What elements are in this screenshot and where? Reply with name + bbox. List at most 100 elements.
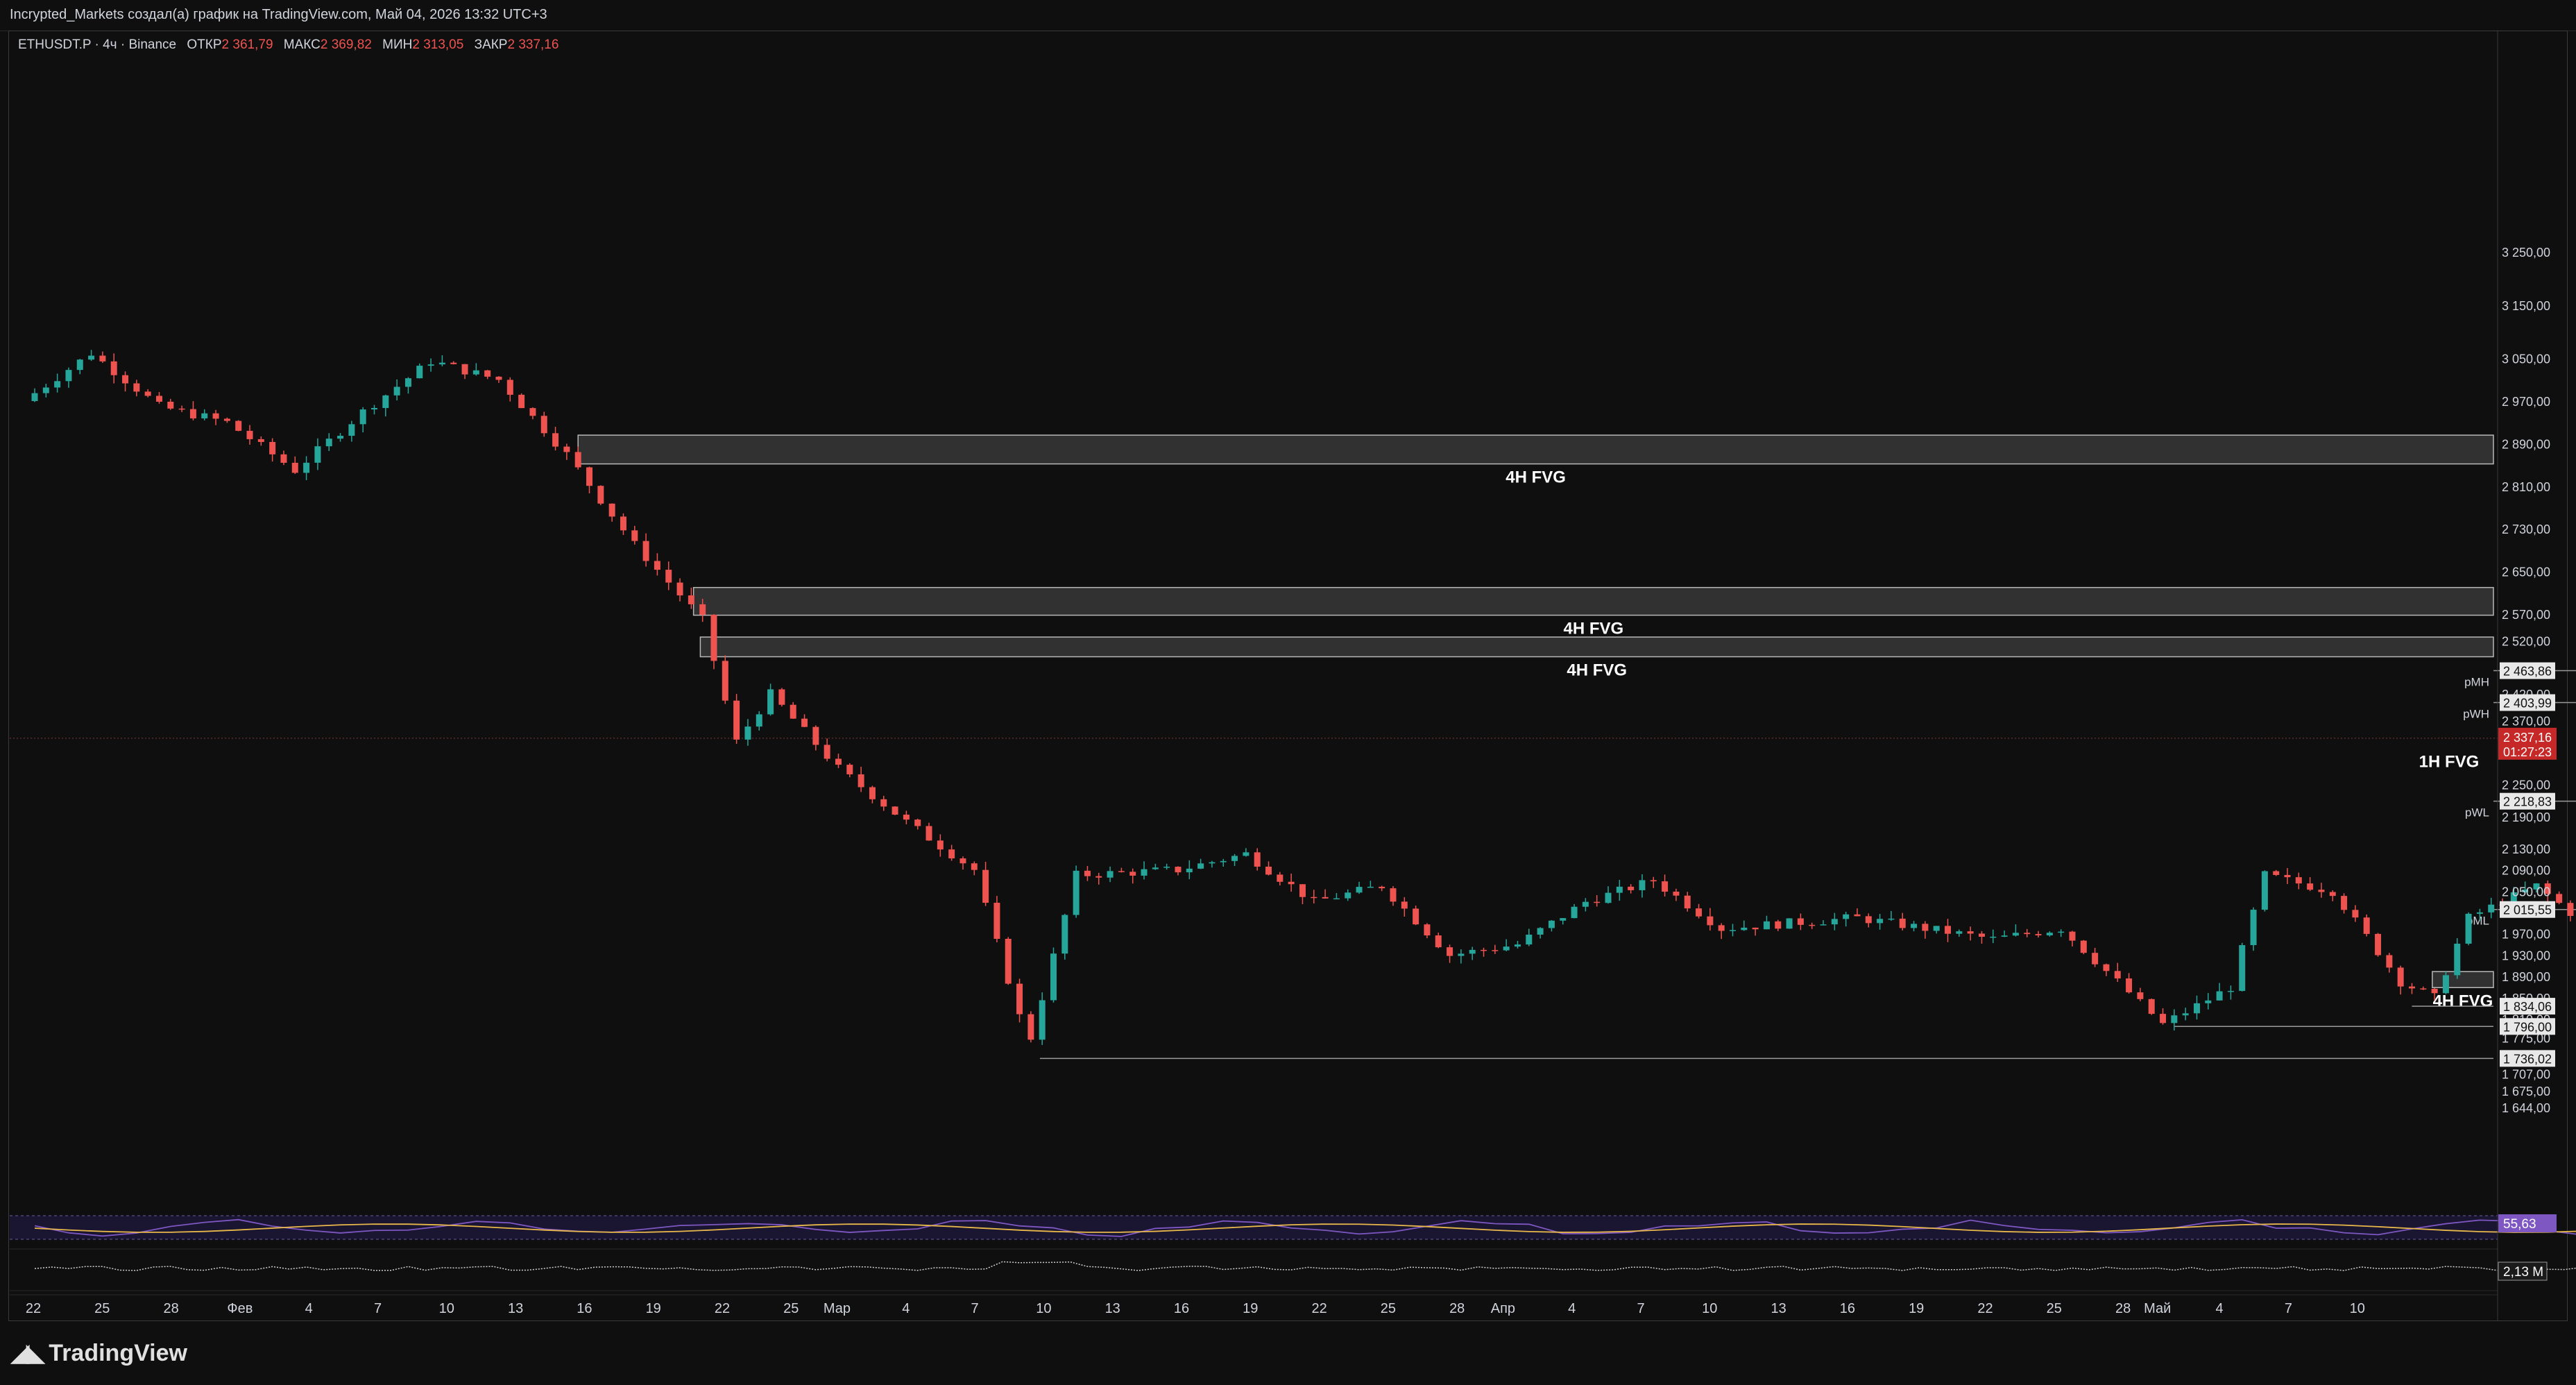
logo-text: TradingView — [49, 1339, 187, 1366]
candle-body — [2046, 933, 2053, 936]
candle-body — [1730, 930, 1736, 931]
time-tick-label: 10 — [439, 1301, 454, 1316]
candle-body — [1231, 856, 1238, 861]
candle-body — [688, 595, 694, 604]
symbol-name[interactable]: ETHUSDT.P · 4ч · Binance — [18, 37, 176, 52]
price-tick-label: 1 707,00 — [2502, 1068, 2550, 1082]
time-tick-label: 25 — [783, 1301, 799, 1316]
candle-body — [269, 441, 276, 454]
candle-body — [1333, 898, 1340, 900]
price-tick-label: 2 730,00 — [2502, 522, 2550, 536]
candle-body — [393, 386, 400, 396]
price-tick-label: 3 150,00 — [2502, 299, 2550, 313]
candle-body — [914, 819, 921, 826]
candle-body — [2239, 945, 2246, 992]
candle-body — [1152, 867, 1159, 869]
candle-body — [937, 840, 944, 850]
low-value: 2 313,05 — [412, 37, 464, 52]
candle-body — [620, 516, 626, 531]
time-tick-label: 22 — [1977, 1301, 1993, 1316]
candle-body — [858, 774, 864, 788]
candle-body — [133, 383, 140, 392]
candle-body — [1526, 934, 1533, 945]
candle-body — [2465, 913, 2472, 944]
time-tick-label: 16 — [1840, 1301, 1855, 1316]
tradingview-logo[interactable]: ◢◣ TradingView — [11, 1339, 187, 1367]
candle-body — [2137, 992, 2144, 999]
candle-body — [1265, 866, 1272, 875]
price-tick-label: 2 570,00 — [2502, 608, 2550, 622]
time-tick-label: 13 — [508, 1301, 523, 1316]
price-axis[interactable]: 3 250,00 3 150,00 3 050,00 2 970,00 2 890,00… — [2497, 31, 2557, 1321]
candle-body — [2409, 986, 2415, 989]
candle-body — [948, 849, 955, 859]
candle-body — [631, 530, 638, 541]
candle-body — [2182, 1013, 2189, 1016]
candle-body — [1514, 944, 1521, 947]
candle-body — [2567, 903, 2574, 916]
candle-body — [1492, 950, 1499, 951]
time-tick-label: 16 — [577, 1301, 592, 1316]
candle-body — [1877, 919, 1884, 924]
candle-body — [2171, 1015, 2178, 1023]
candle-body — [1050, 953, 1057, 1001]
fvg-zone-label: 4H FVG — [2433, 992, 2493, 1010]
candle-body — [76, 359, 83, 371]
fvg-zone — [577, 434, 2494, 465]
candle-body — [1639, 880, 1646, 890]
candle-body — [1820, 924, 1827, 926]
price-tick-label: 2 250,00 — [2502, 779, 2550, 792]
candle-body — [257, 439, 264, 442]
candle-body — [812, 727, 819, 745]
candle-body — [903, 815, 910, 820]
rsi-pane: ⚡ — [10, 1215, 2576, 1240]
price-tick-label: 2 190,00 — [2502, 810, 2550, 824]
time-tick-label: 4 — [902, 1301, 910, 1316]
time-tick-label: 22 — [715, 1301, 730, 1316]
candle-body — [2216, 991, 2223, 1001]
candle-body — [1650, 880, 1657, 882]
candle-body — [518, 394, 525, 409]
time-tick-label: 7 — [2285, 1301, 2292, 1316]
candle-body — [122, 375, 129, 384]
candle-body — [1763, 921, 1770, 930]
open-label: ОТКР — [187, 37, 222, 52]
candle-body — [2024, 933, 2031, 935]
candle-body — [1888, 918, 1895, 920]
candle-body — [1243, 852, 1249, 856]
candle-body — [1254, 852, 1261, 867]
close-value: 2 337,16 — [507, 37, 559, 52]
candle-body — [1548, 920, 1555, 928]
candle-body — [1390, 888, 1397, 902]
candle-body — [416, 366, 423, 379]
candle-body — [2092, 953, 2099, 965]
price-tick-label: 1 890,00 — [2502, 970, 2550, 984]
time-axis[interactable]: 22 25 28 Фев 4 7 10 13 16 19 22 25 Мар 4 7 10 13 16 19 22 25… — [10, 1294, 2498, 1316]
fvg-zones: 4H FVG4H FVG4H FVG1H FVG4H FVG4H FVG — [577, 434, 2494, 1010]
candle-body — [2114, 971, 2121, 979]
time-tick-label: Май — [2144, 1301, 2171, 1316]
candle-body — [201, 413, 208, 418]
time-tick-label: 25 — [1381, 1301, 1396, 1316]
candle-body — [880, 799, 887, 807]
footer — [0, 1321, 2576, 1385]
time-tick-label: 19 — [1243, 1301, 1258, 1316]
candle-body — [325, 439, 332, 447]
volume-value-label: 2,13 M — [2503, 1265, 2543, 1280]
candle-body — [1129, 872, 1136, 876]
candle-body — [65, 370, 72, 382]
rsi-band — [10, 1216, 2498, 1239]
candle-body — [642, 541, 649, 561]
candle-body — [1560, 918, 1567, 921]
candle-body — [1854, 914, 1861, 917]
close-label: ЗАКР — [474, 37, 508, 52]
price-marker-label: 2 403,99 — [2503, 697, 2552, 711]
candle-body — [869, 787, 876, 799]
time-tick-label: 25 — [2047, 1301, 2062, 1316]
candle-body — [892, 806, 898, 815]
candle-body — [665, 570, 672, 583]
price-chart[interactable]: 4H FVG4H FVG4H FVG1H FVG4H FVG4H FVG pMH… — [0, 0, 2576, 1321]
candle-body — [167, 401, 174, 409]
candle-body — [733, 700, 740, 740]
candle-body — [314, 446, 321, 463]
